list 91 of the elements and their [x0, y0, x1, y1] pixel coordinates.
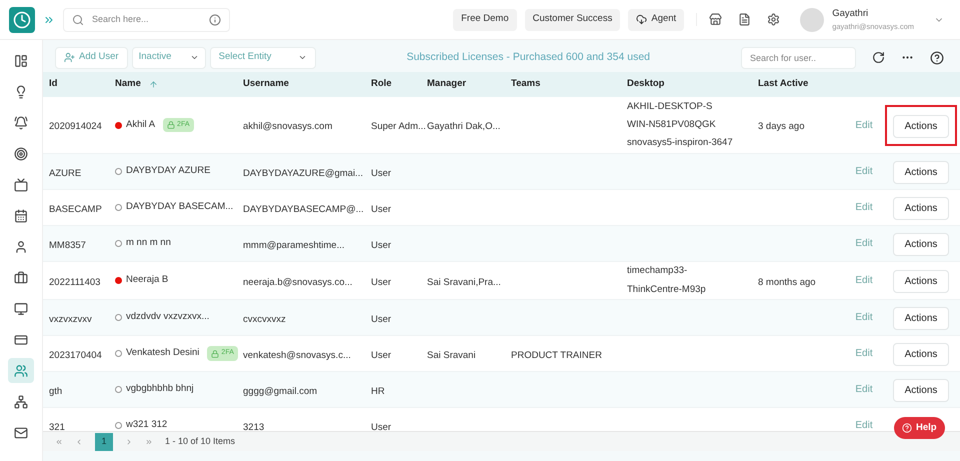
help-icon[interactable]	[930, 50, 944, 64]
table-cell-text: ThinkCentre-M93p	[627, 282, 707, 296]
cloud-download-icon	[636, 14, 648, 25]
table-cell: User	[371, 204, 392, 214]
actions-button[interactable]: Actions	[893, 233, 949, 256]
table-cell: BASECAMP	[49, 204, 102, 214]
column-header[interactable]: Id	[49, 77, 58, 92]
table-cell: 321	[49, 422, 65, 431]
user-search-field[interactable]: Search for user..	[741, 46, 856, 68]
table-cell: gggg@gmail.com	[243, 386, 318, 396]
table-cell: User	[371, 314, 392, 324]
table-cell-text: DAYBYDAY AZURE	[126, 164, 210, 178]
table-cell: HR	[371, 386, 385, 396]
column-header[interactable]: Username	[243, 77, 289, 92]
table-cell: 8 months ago	[758, 276, 816, 288]
table-cell: User	[371, 240, 392, 250]
first-page-icon[interactable]	[55, 438, 63, 446]
table-cell: DAYBYDAYBASECAMP@...	[243, 204, 364, 214]
search-field[interactable]: Search here...	[92, 12, 201, 26]
document-icon[interactable]	[738, 13, 752, 26]
caret-icon	[190, 53, 199, 62]
refresh-icon[interactable]	[872, 51, 885, 64]
table-cell-text: m nn m nn	[126, 236, 171, 250]
column-header[interactable]: Desktop	[627, 77, 664, 92]
table-cell-text: snovasys5-inspiron-3647	[627, 136, 734, 150]
help-button[interactable]: Help	[894, 417, 945, 439]
column-header[interactable]: Teams	[511, 77, 540, 92]
page-button[interactable]: 1	[95, 432, 113, 450]
table-cell: 2022111403	[49, 276, 100, 288]
actions-button[interactable]: Actions	[893, 114, 949, 138]
users-icon[interactable]	[8, 358, 34, 383]
actions-button[interactable]: Actions	[893, 197, 949, 220]
table-cell-text: WIN-N581PV08QGK	[627, 118, 717, 132]
header-button[interactable]: Agent	[628, 8, 684, 30]
table-cell: akhil@snovasys.com	[243, 121, 332, 132]
table-cell: cvxcvxvxz	[243, 314, 286, 324]
previous-page-icon[interactable]	[75, 438, 83, 446]
table-cell-text: AKHIL-DESKTOP-S	[627, 100, 714, 114]
header-button[interactable]: Customer Success	[524, 8, 620, 30]
actions-button[interactable]: Actions	[893, 270, 949, 293]
table-cell: 2020914024	[49, 121, 102, 132]
user-name: Gayathri	[832, 6, 870, 21]
pagination-summary: 1 - 10 of 10 Items	[165, 434, 236, 448]
table-cell-text: timechamp33-	[627, 264, 688, 278]
table-cell: mmm@parameshtime...	[243, 240, 344, 250]
next-page-icon[interactable]	[125, 438, 133, 446]
table-cell: PRODUCT TRAINER	[511, 350, 602, 360]
table-cell-text: Neeraja B	[126, 273, 168, 288]
table-cell: User	[371, 168, 392, 178]
table-cell: MM8357	[49, 240, 86, 250]
table-cell: 3 days ago	[758, 121, 804, 132]
table-cell: User	[371, 276, 392, 288]
table-cell: User	[371, 422, 392, 431]
table-cell: Super Adm...	[371, 121, 426, 132]
column-header[interactable]: Last Active	[758, 77, 808, 92]
table-cell: 3213	[243, 422, 264, 431]
actions-button[interactable]: Actions	[893, 307, 949, 330]
table-cell: Sai Sravani	[427, 350, 476, 360]
table-cell: vxzvxzvxv	[49, 314, 92, 324]
info-icon[interactable]	[209, 14, 221, 26]
table-cell: Gayathri Dak,O...	[427, 121, 500, 132]
table-cell: w321 312	[126, 418, 168, 431]
table-cell-text: vdzdvdv vxzvzxvx...	[126, 310, 210, 324]
store-icon[interactable]	[709, 13, 722, 26]
table-cell: gth	[49, 386, 62, 396]
table-cell-text: Venkatesh Desini	[126, 346, 200, 360]
header-button[interactable]: Free Demo	[453, 8, 517, 30]
column-header[interactable]: Role	[371, 77, 392, 92]
table-cell: 2023170404	[49, 350, 102, 360]
add-user-icon	[64, 52, 75, 63]
table-cell: User	[371, 350, 392, 360]
actions-button[interactable]: Actions	[893, 161, 949, 184]
actions-button[interactable]: Actions	[893, 343, 949, 366]
actions-button[interactable]: Actions	[893, 379, 949, 402]
table-cell: Sai Sravani,Pra...	[427, 276, 501, 288]
column-header[interactable]: Name	[115, 77, 141, 92]
app-logo[interactable]	[8, 6, 34, 32]
table-cell: AZURE	[49, 168, 82, 178]
table-cell-text: vgbgbhbhb bhnj	[126, 382, 194, 396]
table-cell-text: DAYBYDAY BASECAM...	[126, 200, 234, 214]
license-summary: Subscribed Licenses - Purchased 600 and 354 used	[406, 50, 652, 65]
table-cell: neeraja.b@snovasys.co...	[243, 276, 352, 288]
table-cell: venkatesh@snovasys.c...	[243, 350, 351, 360]
settings-icon[interactable]	[767, 13, 780, 26]
column-header[interactable]: Manager	[427, 77, 466, 92]
table-cell: DAYBYDAYAZURE@gmai...	[243, 168, 363, 178]
search-icon	[72, 14, 84, 26]
table-cell-text: Akhil A	[126, 118, 156, 132]
caret-icon	[298, 53, 307, 62]
search-box[interactable]: Search here...	[63, 8, 230, 32]
help-icon	[902, 423, 912, 433]
